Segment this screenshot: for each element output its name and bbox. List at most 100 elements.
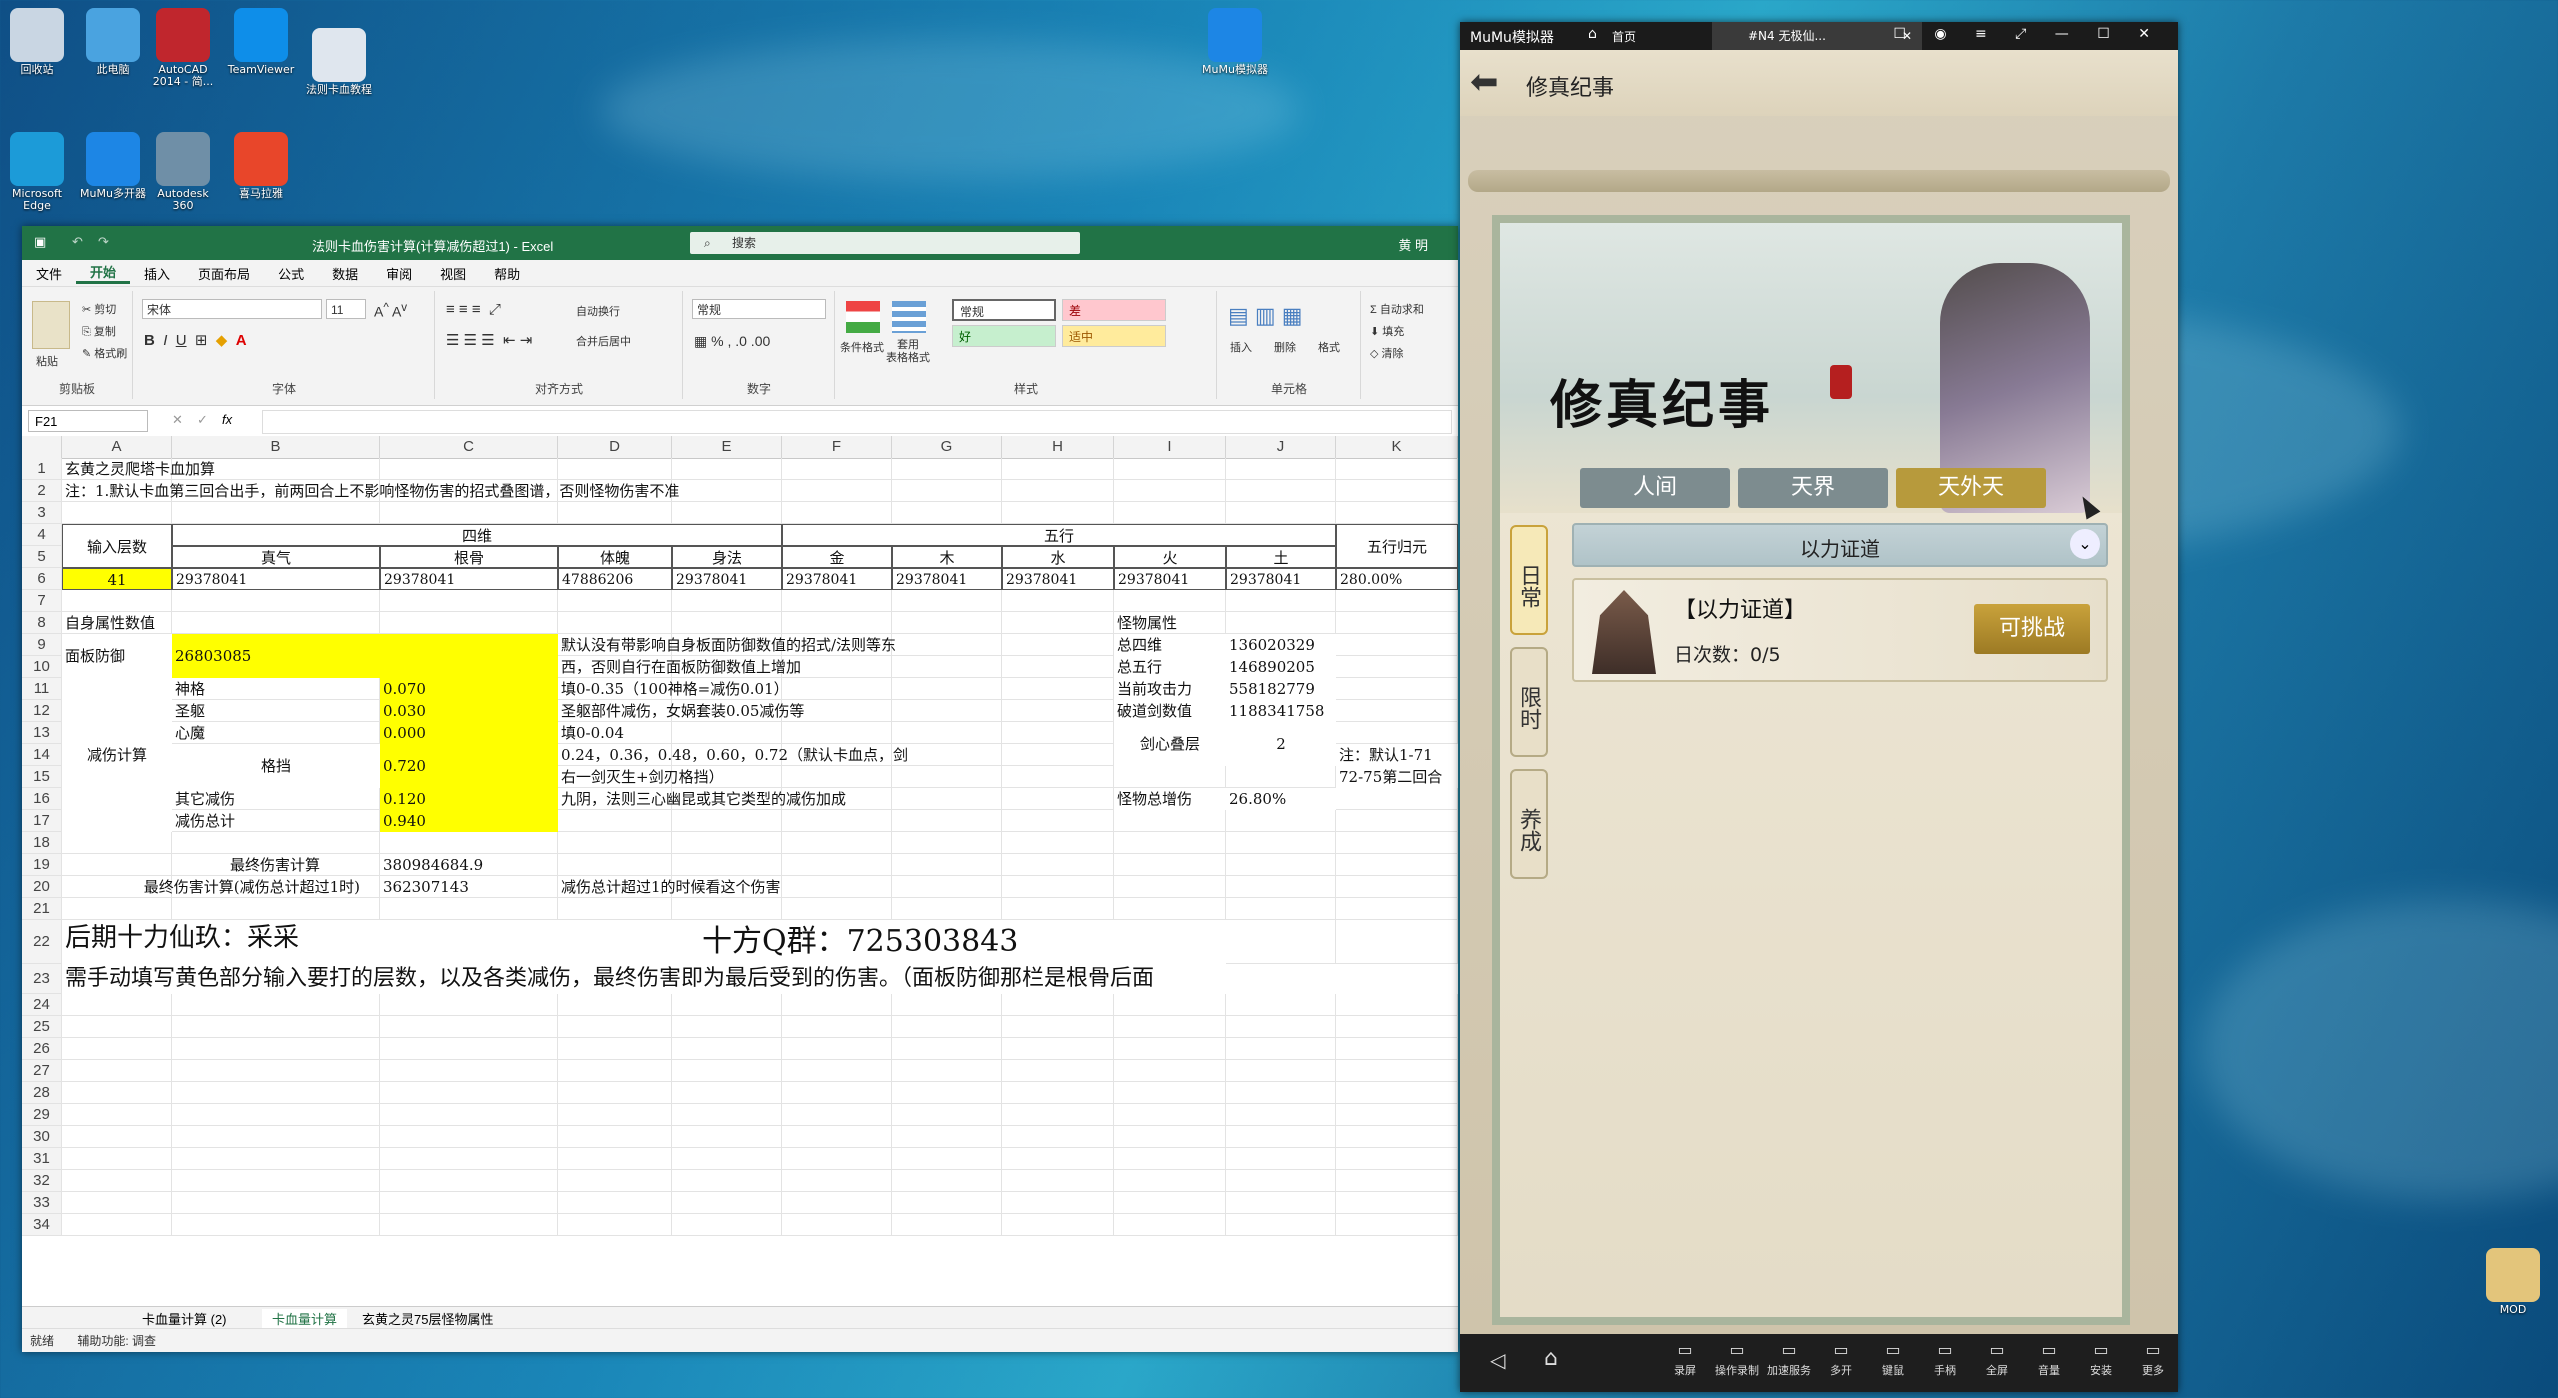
cell[interactable]: 玄黄之灵爬塔卡血加算 <box>62 458 672 480</box>
cell[interactable]: 十方Q群：725303843 <box>672 920 1226 964</box>
row-header[interactable]: 26 <box>22 1038 62 1060</box>
cell[interactable]: 146890205 <box>1226 656 1336 678</box>
row-header[interactable]: 10 <box>22 656 62 678</box>
row-header[interactable]: 7 <box>22 590 62 612</box>
row-header[interactable]: 13 <box>22 722 62 744</box>
cell[interactable]: 注：1.默认卡血第三回合出手，前两回合上不影响怪物伤害的招式叠图谱，否则怪物伤害… <box>62 480 1336 502</box>
toolbar-button[interactable]: ▭ 音量 <box>2024 1340 2074 1378</box>
cell[interactable]: 面板防御 <box>62 634 172 678</box>
cell[interactable]: 最终伤害计算 <box>62 854 380 876</box>
cell[interactable]: 神格 <box>172 678 380 700</box>
redo-icon[interactable]: ↷ <box>98 234 109 250</box>
style-neutral[interactable]: 适中 <box>1062 325 1166 347</box>
row-header[interactable]: 32 <box>22 1170 62 1192</box>
row-header[interactable]: 24 <box>22 994 62 1016</box>
cell[interactable]: 29378041 <box>672 568 782 590</box>
toolbar-button[interactable]: ▭ 键鼠 <box>1868 1340 1918 1378</box>
row-header[interactable]: 16 <box>22 788 62 810</box>
name-box[interactable]: F21 <box>28 410 148 432</box>
nav-back-icon[interactable]: ◁ <box>1490 1348 1505 1372</box>
column-header[interactable]: A <box>62 436 172 458</box>
toolbar-button[interactable]: ▭ 安装 <box>2076 1340 2126 1378</box>
row-header[interactable]: 2 <box>22 480 62 502</box>
row-header[interactable]: 33 <box>22 1192 62 1214</box>
category-tab[interactable]: 天外天 <box>1896 468 2046 508</box>
row-header[interactable]: 4 <box>22 524 62 546</box>
row-header[interactable]: 9 <box>22 634 62 656</box>
conditional-format-icon[interactable] <box>846 301 880 333</box>
fill-button[interactable]: ⬇ 填充 <box>1370 323 1404 339</box>
cell[interactable]: 剑心叠层 <box>1114 722 1226 766</box>
row-header[interactable]: 12 <box>22 700 62 722</box>
style-bad[interactable]: 差 <box>1062 299 1166 321</box>
nav-home-icon[interactable]: ⌂ <box>1544 1346 1558 1371</box>
ribbon-tab[interactable]: 数据 <box>318 264 372 283</box>
desktop-icon[interactable]: Microsoft Edge <box>2 132 72 212</box>
cell[interactable]: 72-75第二回合 <box>1336 766 1458 788</box>
style-normal[interactable]: 常规 <box>952 299 1056 321</box>
row-header[interactable]: 31 <box>22 1148 62 1170</box>
window-controls[interactable]: ☐ ◉ ≡ ⤢ — ☐ ✕ <box>1893 26 2162 42</box>
cell[interactable]: 减伤计算 <box>62 678 172 832</box>
cell[interactable]: 总五行 <box>1114 656 1226 678</box>
cell[interactable]: 金 <box>782 546 892 568</box>
autosum-button[interactable]: Σ 自动求和 <box>1370 301 1424 317</box>
sheet-tab[interactable]: 玄黄之灵75层怪物属性 <box>352 1309 503 1328</box>
cell[interactable]: 380984684.9 <box>380 854 558 876</box>
cell[interactable]: 输入层数 <box>62 524 172 568</box>
cell[interactable]: 木 <box>892 546 1002 568</box>
cell[interactable]: 280.00% <box>1336 568 1458 590</box>
column-header[interactable]: G <box>892 436 1002 458</box>
align-left-icons[interactable]: ☰ ☰ ☰ ⇤ ⇥ <box>446 331 532 349</box>
table-format-button[interactable]: 套用 表格格式 <box>886 339 930 365</box>
cell[interactable]: 火 <box>1114 546 1226 568</box>
search-box[interactable]: ⌕ 搜索 <box>690 232 1080 254</box>
cell[interactable]: 0.940 <box>380 810 558 832</box>
desktop-icon[interactable]: 喜马拉雅 <box>226 132 296 200</box>
row-header[interactable]: 1 <box>22 458 62 480</box>
row-header[interactable]: 5 <box>22 546 62 568</box>
column-header[interactable]: K <box>1336 436 1458 458</box>
style-good[interactable]: 好 <box>952 325 1056 347</box>
category-tab[interactable]: 人间 <box>1580 468 1730 508</box>
cell[interactable]: 自身属性数值 <box>62 612 380 634</box>
ribbon-tab[interactable]: 视图 <box>426 264 480 283</box>
game-tab[interactable]: #N4 无极仙... ✕ <box>1712 22 1922 50</box>
row-header[interactable]: 23 <box>22 964 62 994</box>
cell[interactable]: 362307143 <box>380 876 558 898</box>
merge-center-button[interactable]: 合并后居中 <box>576 333 631 349</box>
column-header[interactable]: J <box>1226 436 1336 458</box>
row-header[interactable]: 19 <box>22 854 62 876</box>
spreadsheet-grid[interactable]: ABCDEFGHIJK 1 2 3 4 5 6 7 8 9 10 11 12 13 14 15 16 17 18 1… <box>22 436 1458 1306</box>
column-header[interactable]: E <box>672 436 782 458</box>
cell[interactable]: 29378041 <box>1226 568 1336 590</box>
home-icon[interactable]: ⌂ <box>1588 26 1597 42</box>
align-top-icons[interactable]: ≡ ≡ ≡ ⤢ <box>446 301 501 318</box>
toolbar-button[interactable]: ▭ 全屏 <box>1972 1340 2022 1378</box>
row-header[interactable]: 17 <box>22 810 62 832</box>
cell[interactable]: 五行 <box>782 524 1336 546</box>
column-header[interactable]: C <box>380 436 558 458</box>
copy-button[interactable]: ⎘ 复制 <box>82 323 116 339</box>
cell[interactable]: 总四维 <box>1114 634 1226 656</box>
cell[interactable]: 填0-0.04 <box>558 722 1114 744</box>
wrap-text-button[interactable]: 自动换行 <box>576 303 620 319</box>
ribbon-tab[interactable]: 公式 <box>264 264 318 283</box>
cell[interactable]: 体魄 <box>558 546 672 568</box>
cell[interactable]: 心魔 <box>172 722 380 744</box>
desktop-icon[interactable]: Autodesk 360 <box>148 132 218 212</box>
row-header[interactable]: 34 <box>22 1214 62 1236</box>
row-header[interactable]: 8 <box>22 612 62 634</box>
back-icon[interactable]: ⬅ <box>1470 62 1499 102</box>
cell[interactable]: 需手动填写黄色部分输入要打的层数，以及各类减伤，最终伤害即为最后受到的伤害。（面… <box>62 964 1458 994</box>
side-tab[interactable]: 日常 <box>1510 525 1548 635</box>
side-tab[interactable]: 养成 <box>1510 769 1548 879</box>
ribbon-tab[interactable]: 文件 <box>22 264 76 283</box>
cell[interactable]: 26.80% <box>1226 788 1336 810</box>
desktop-icon[interactable]: 法则卡血教程 <box>304 28 374 96</box>
sheet-tab[interactable]: 卡血量计算 (2) <box>132 1309 237 1328</box>
format-painter-button[interactable]: ✎ 格式刷 <box>82 345 127 361</box>
format-button[interactable]: 格式 <box>1318 339 1340 355</box>
column-header[interactable]: F <box>782 436 892 458</box>
row-header[interactable]: 22 <box>22 920 62 964</box>
